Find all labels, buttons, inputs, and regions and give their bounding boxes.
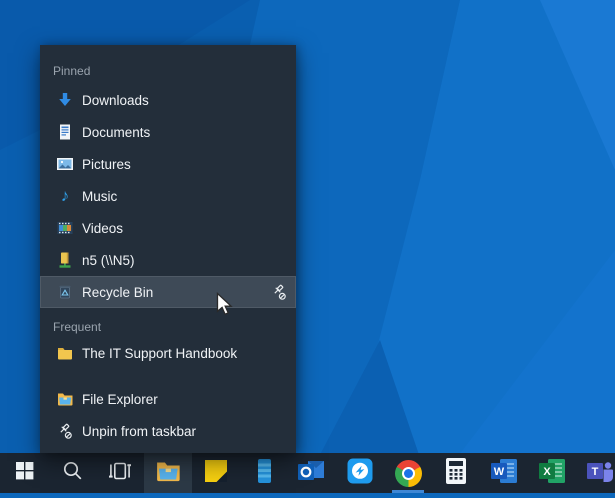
pictures-icon [56, 155, 74, 173]
your-phone-button[interactable] [240, 453, 288, 493]
jumplist-item-pictures[interactable]: Pictures [40, 148, 296, 180]
unpin-icon [56, 422, 74, 440]
jumplist-item-label: n5 (\\N5) [82, 252, 135, 268]
jumplist-item-label: Documents [82, 124, 151, 140]
teams-icon: T [586, 458, 614, 489]
search-icon [61, 459, 84, 487]
jumplist-item-label: Videos [82, 220, 124, 236]
network-drive-icon [56, 251, 74, 269]
calculator-icon [445, 457, 467, 490]
jumplist-item-label: Pictures [82, 156, 131, 172]
taskbar: W X T [0, 453, 615, 493]
windows-logo-icon [15, 461, 34, 485]
sticky-notes-icon [204, 459, 228, 488]
task-view-icon [108, 461, 132, 486]
jumplist-item-label: File Explorer [82, 391, 158, 407]
jumplist-panel: Pinned Downloads Documents Pictures ♪ Mu… [40, 45, 296, 453]
task-view-button[interactable] [96, 453, 144, 493]
jumplist-item-it-support-handbook[interactable]: The IT Support Handbook [40, 337, 296, 369]
calculator-button[interactable] [432, 453, 480, 493]
outlook-button[interactable] [288, 453, 336, 493]
svg-text:X: X [543, 466, 551, 478]
downloads-icon [56, 91, 74, 109]
jumplist-item-label: Unpin from taskbar [82, 423, 197, 439]
folder-icon [56, 344, 74, 362]
outlook-icon [297, 458, 327, 489]
messenger-icon [347, 458, 373, 489]
excel-button[interactable]: X [528, 453, 576, 493]
jumplist-item-label: Recycle Bin [82, 284, 154, 300]
jumplist-item-network-drive[interactable]: n5 (\\N5) [40, 244, 296, 276]
jumplist-item-label: Downloads [82, 92, 149, 108]
unpin-from-list-icon[interactable] [269, 282, 289, 302]
jumplist-item-downloads[interactable]: Downloads [40, 84, 296, 116]
word-button[interactable]: W [480, 453, 528, 493]
jumplist-task-file-explorer[interactable]: File Explorer [40, 383, 296, 415]
videos-icon [56, 219, 74, 237]
music-icon: ♪ [60, 186, 70, 205]
jumplist-item-documents[interactable]: Documents [40, 116, 296, 148]
sticky-notes-button[interactable] [192, 453, 240, 493]
documents-icon [56, 123, 74, 141]
your-phone-icon [251, 457, 277, 490]
jumplist-section-header-pinned: Pinned [53, 64, 91, 78]
start-button[interactable] [0, 453, 48, 493]
jumplist-item-label: The IT Support Handbook [82, 345, 238, 361]
teams-button[interactable]: T [576, 453, 615, 493]
desktop: { "desktop": { "colors": { "wallpaper_ba… [0, 0, 615, 493]
jumplist-item-label: Music [82, 188, 118, 204]
recycle-bin-icon [56, 283, 74, 301]
jumplist-item-recycle-bin[interactable]: Recycle Bin [40, 276, 296, 308]
svg-text:W: W [494, 466, 505, 478]
file-explorer-icon [56, 390, 74, 408]
excel-icon: X [538, 458, 566, 489]
jumplist-spacer [40, 369, 296, 383]
messenger-button[interactable] [336, 453, 384, 493]
jumplist-task-unpin-from-taskbar[interactable]: Unpin from taskbar [40, 415, 296, 447]
search-button[interactable] [48, 453, 96, 493]
jumplist-section-header-frequent: Frequent [53, 320, 102, 334]
chrome-icon [394, 459, 422, 487]
chrome-button[interactable] [384, 453, 432, 493]
file-explorer-icon [154, 457, 182, 490]
jumplist-item-music[interactable]: ♪ Music [40, 180, 296, 212]
file-explorer-button[interactable] [144, 453, 192, 493]
word-icon: W [490, 458, 518, 489]
svg-text:T: T [592, 466, 599, 478]
jumplist-item-videos[interactable]: Videos [40, 212, 296, 244]
